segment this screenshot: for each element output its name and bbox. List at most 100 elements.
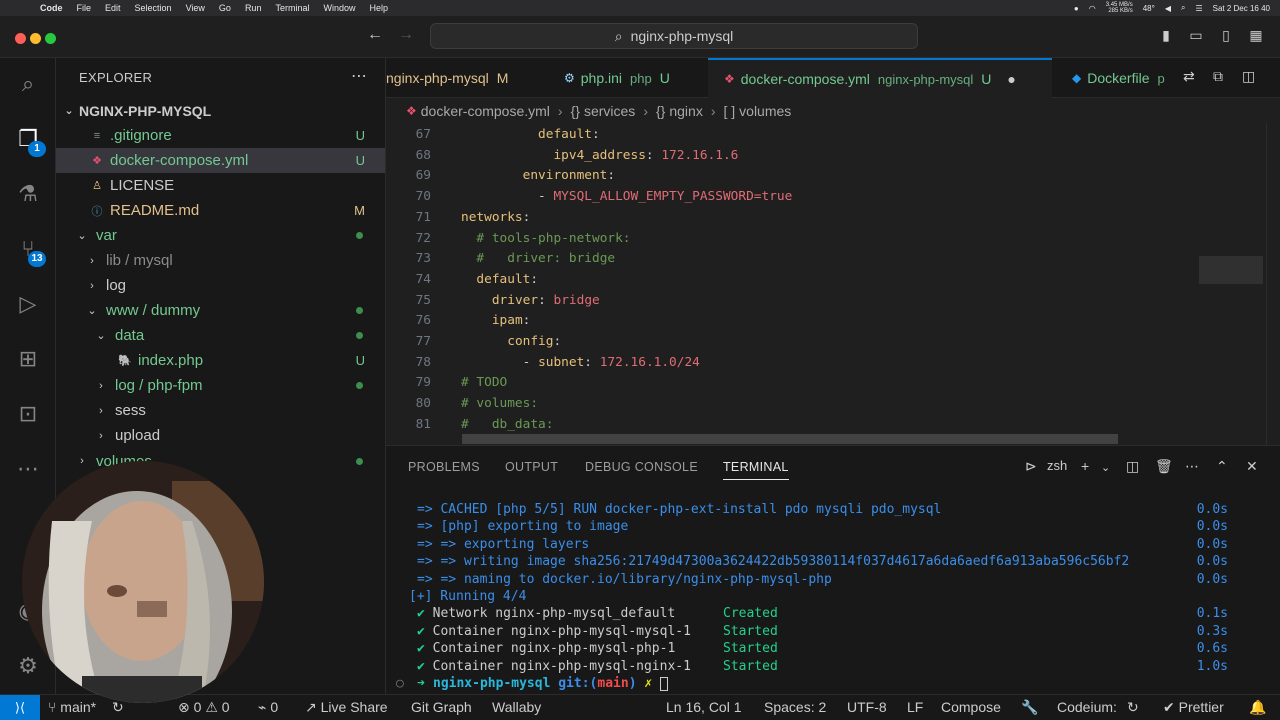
tree-folder-var[interactable]: ⌄ var	[56, 223, 385, 248]
menu-window[interactable]: Window	[323, 3, 355, 13]
prettier[interactable]: ✔ Prettier	[1163, 699, 1224, 716]
live-share[interactable]: ↗ Live Share	[305, 699, 388, 716]
code-editor[interactable]: 67 default: 68 ipv4_address: 172.16.1.6 69…	[386, 123, 1196, 445]
codeium-status-icon[interactable]: ↻	[1127, 699, 1139, 716]
close-window-button[interactable]	[15, 33, 26, 44]
codeium[interactable]: Codeium:	[1057, 699, 1117, 715]
remote-explorer-icon[interactable]: ⊡	[12, 398, 44, 430]
editor-horizontal-scrollbar[interactable]	[462, 434, 1118, 444]
code-line[interactable]: 70 - MYSQL_ALLOW_EMPTY_PASSWORD=true	[386, 187, 1196, 208]
more-actions-icon[interactable]: ⋯	[1185, 458, 1199, 475]
menu-selection[interactable]: Selection	[135, 3, 172, 13]
menu-terminal[interactable]: Terminal	[275, 3, 309, 13]
menu-edit[interactable]: Edit	[105, 3, 121, 13]
breadcrumb-volumes[interactable]: volumes	[739, 103, 791, 119]
code-line[interactable]: 71 networks:	[386, 208, 1196, 229]
tab-output[interactable]: OUTPUT	[505, 460, 558, 474]
code-line[interactable]: 67 default:	[386, 125, 1196, 146]
tree-file-license[interactable]: ♙ LICENSE	[56, 173, 385, 198]
breadcrumb-nginx[interactable]: nginx	[669, 103, 702, 119]
volume-icon[interactable]: ◀	[1165, 4, 1171, 13]
menu-go[interactable]: Go	[219, 3, 231, 13]
remote-indicator-icon[interactable]: ⟩⟨	[0, 695, 40, 720]
minimap[interactable]	[1196, 123, 1266, 445]
git-graph[interactable]: Git Graph	[411, 699, 472, 715]
trash-icon[interactable]: 🗑	[1155, 458, 1173, 475]
tab-problems[interactable]: PROBLEMS	[408, 460, 480, 474]
zoom-window-button[interactable]	[45, 33, 56, 44]
open-preview-icon[interactable]: ⧉	[1213, 68, 1223, 85]
code-line[interactable]: 80 # volumes:	[386, 394, 1196, 415]
editor-vertical-scrollbar[interactable]	[1266, 123, 1280, 445]
wallaby[interactable]: Wallaby	[492, 699, 541, 715]
maximize-panel-icon[interactable]: ⌃	[1216, 458, 1228, 475]
chevron-down-icon[interactable]: ⌄	[1101, 461, 1110, 474]
new-terminal-icon[interactable]: +	[1081, 458, 1089, 474]
more-actions-icon[interactable]: ⋯	[351, 66, 367, 86]
wifi-icon[interactable]: ◠	[1089, 4, 1096, 13]
indentation[interactable]: Spaces: 2	[764, 699, 826, 715]
language-mode[interactable]: Compose	[941, 699, 1001, 715]
ports-indicator[interactable]: ⌁ 0	[258, 699, 278, 716]
code-line[interactable]: 73 # driver: bridge	[386, 249, 1196, 270]
code-line[interactable]: 75 driver: bridge	[386, 291, 1196, 312]
toggle-secondary-sidebar-icon[interactable]: ▯	[1217, 27, 1235, 45]
tree-folder-upload[interactable]: › upload	[56, 423, 385, 448]
terminal-shell-name[interactable]: zsh	[1047, 458, 1067, 473]
menu-help[interactable]: Help	[369, 3, 388, 13]
code-line[interactable]: 68 ipv4_address: 172.16.1.6	[386, 146, 1196, 167]
tab-php-ini[interactable]: ⚙ php.ini php U	[546, 58, 708, 98]
sync-icon[interactable]: ↻	[112, 699, 124, 716]
search-icon[interactable]: ⌕	[12, 68, 44, 100]
problems-indicator[interactable]: ⊗ 0 ⚠ 0	[178, 699, 230, 716]
code-line[interactable]: 74 default:	[386, 270, 1196, 291]
wrench-icon[interactable]: 🔧	[1021, 699, 1038, 716]
workspace-root[interactable]: ⌄ NGINX-PHP-MYSQL	[56, 98, 385, 123]
split-editor-icon[interactable]: ◫	[1242, 68, 1255, 85]
menu-file[interactable]: File	[77, 3, 92, 13]
tree-folder-lib-mysql[interactable]: › lib / mysql	[56, 248, 385, 273]
unsaved-dot-icon[interactable]: ●	[1007, 71, 1015, 87]
end-of-line[interactable]: LF	[907, 699, 923, 715]
code-line[interactable]: 72 # tools-php-network:	[386, 229, 1196, 250]
terminal-output[interactable]: => CACHED [php 5/5] RUN docker-php-ext-i…	[386, 496, 1280, 694]
toggle-sidebar-icon[interactable]: ▮	[1157, 27, 1175, 45]
breadcrumb-services[interactable]: services	[584, 103, 635, 119]
breadcrumb-file[interactable]: docker-compose.yml	[421, 103, 550, 119]
tab-debug-console[interactable]: DEBUG CONSOLE	[585, 460, 698, 474]
minimap-viewport[interactable]	[1199, 256, 1263, 284]
code-line[interactable]: 69 environment:	[386, 166, 1196, 187]
tree-folder-log[interactable]: › log	[56, 273, 385, 298]
code-line[interactable]: 79 # TODO	[386, 373, 1196, 394]
compare-changes-icon[interactable]: ⇄	[1183, 68, 1195, 85]
more-icon[interactable]: ⋯	[12, 453, 44, 485]
tree-file-readme[interactable]: ⓘ README.md M	[56, 198, 385, 223]
extensions-icon[interactable]: ⊞	[12, 343, 44, 375]
tree-folder-log-php-fpm[interactable]: › log / php-fpm	[56, 373, 385, 398]
forward-arrow-icon[interactable]: →	[398, 26, 414, 44]
notifications-bell-icon[interactable]: 🔔	[1249, 699, 1266, 716]
minimize-window-button[interactable]	[30, 33, 41, 44]
encoding[interactable]: UTF-8	[847, 699, 887, 715]
back-arrow-icon[interactable]: ←	[367, 26, 383, 44]
tree-folder-www-dummy[interactable]: ⌄ www / dummy	[56, 298, 385, 323]
customize-layout-icon[interactable]: ▦	[1247, 27, 1265, 45]
tab-docker-compose[interactable]: ❖ docker-compose.yml nginx-php-mysql U ●	[708, 58, 1052, 98]
tree-file-docker-compose[interactable]: ❖ docker-compose.yml U	[56, 148, 385, 173]
tree-file-index-php[interactable]: 🐘 index.php U	[56, 348, 385, 373]
run-debug-icon[interactable]: ▷	[12, 288, 44, 320]
split-terminal-icon[interactable]: ◫	[1126, 458, 1139, 475]
code-line[interactable]: 81 # db_data:	[386, 415, 1196, 436]
search-icon[interactable]: ⌕	[1181, 3, 1185, 13]
tree-folder-data[interactable]: ⌄ data	[56, 323, 385, 348]
tab-dockerfile[interactable]: ◆ Dockerfile p	[1052, 58, 1180, 98]
tab-nginx-php-mysql[interactable]: nginx-php-mysql M	[386, 58, 546, 98]
menu-run[interactable]: Run	[245, 3, 262, 13]
control-center-icon[interactable]: ☰	[1195, 4, 1202, 13]
cursor-position[interactable]: Ln 16, Col 1	[666, 699, 742, 715]
git-branch[interactable]: ⑂ main*	[48, 699, 96, 715]
close-panel-icon[interactable]: ✕	[1246, 458, 1258, 475]
code-line[interactable]: 76 ipam:	[386, 311, 1196, 332]
tree-file-gitignore[interactable]: ≡ .gitignore U	[56, 123, 385, 148]
code-line[interactable]: 78 - subnet: 172.16.1.0/24	[386, 353, 1196, 374]
